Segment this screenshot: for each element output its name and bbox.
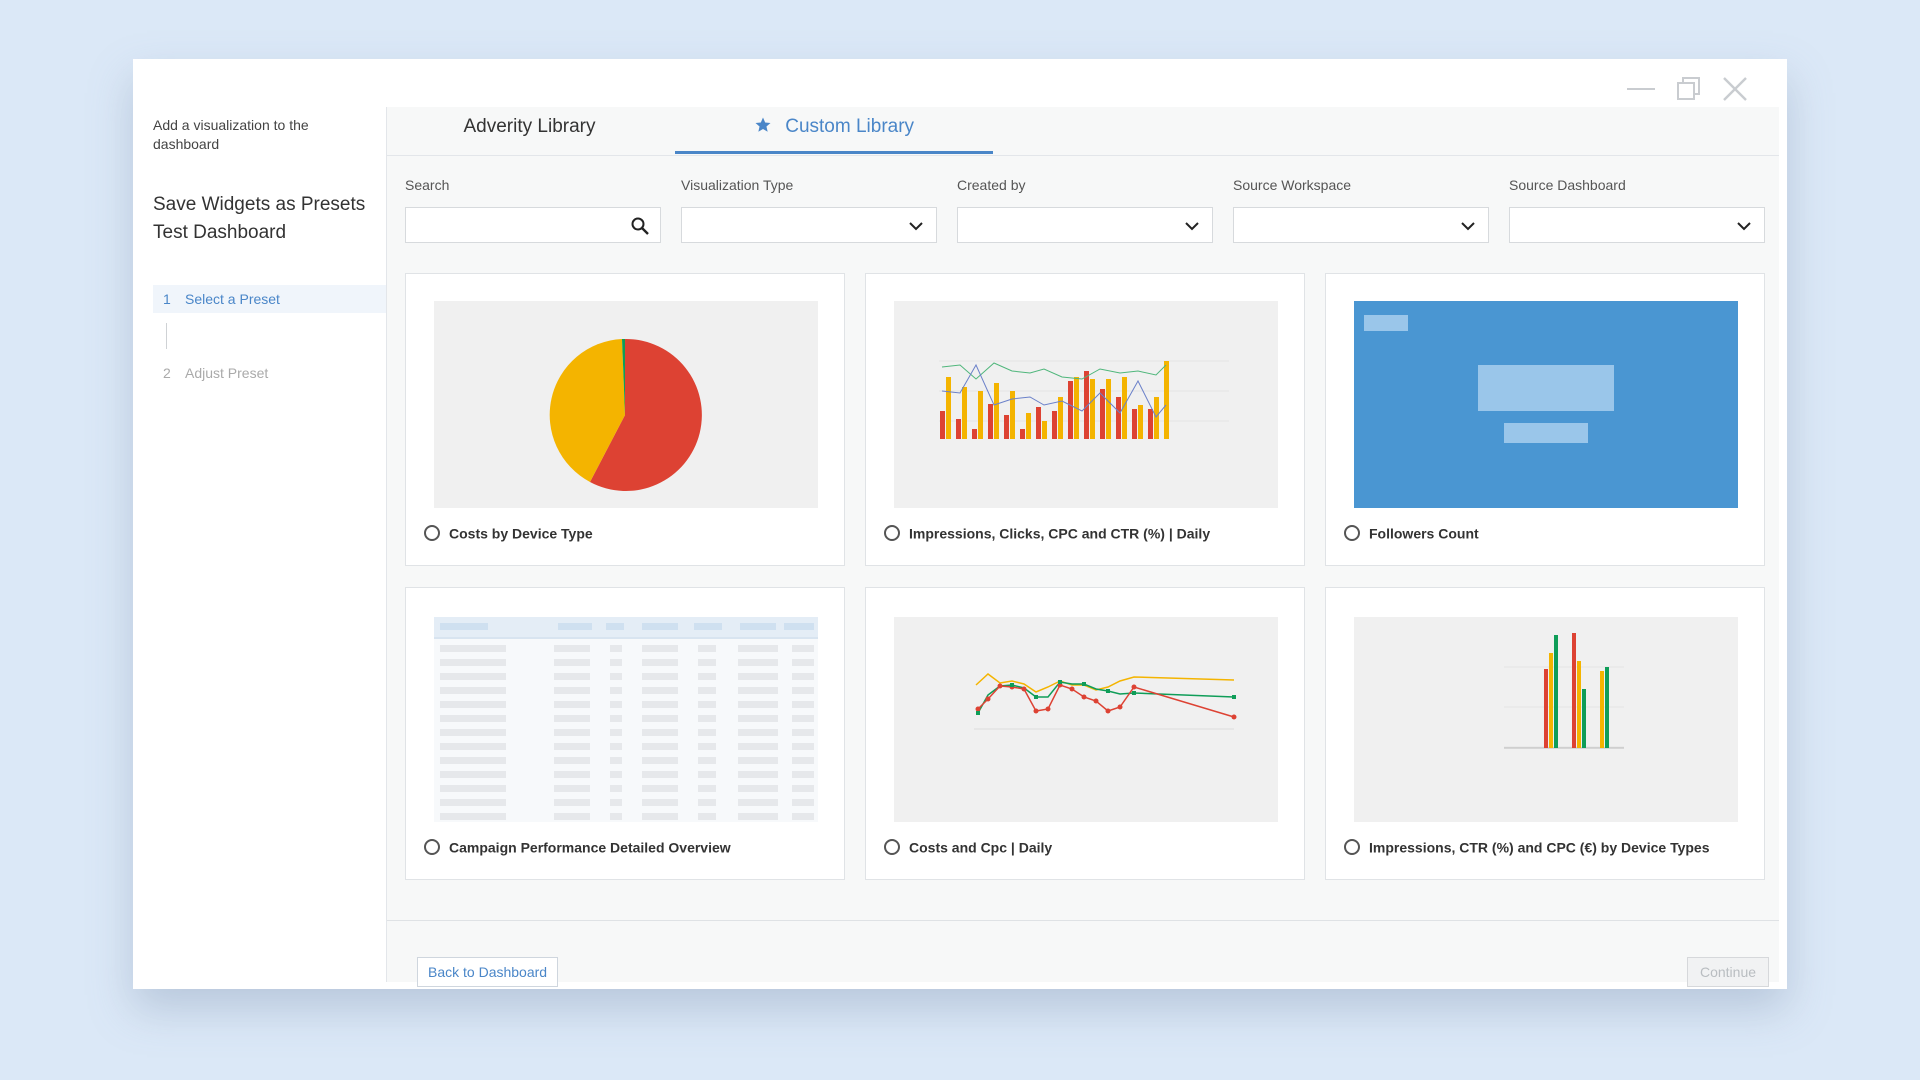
preset-title: Impressions, CTR (%) and CPC (€) by Devi… (1369, 839, 1710, 856)
visualization-type-select[interactable] (681, 207, 937, 243)
close-icon[interactable] (1717, 71, 1753, 107)
preset-card[interactable]: Impressions, CTR (%) and CPC (€) by Devi… (1325, 587, 1765, 880)
pie-chart-thumbnail (434, 301, 818, 508)
grouped-bar-chart-thumbnail (1354, 617, 1738, 822)
line-chart-thumbnail (894, 617, 1278, 822)
preset-title: Impressions, Clicks, CPC and CTR (%) | D… (909, 525, 1211, 542)
preset-card[interactable]: Costs and Cpc | Daily (865, 587, 1305, 880)
continue-button[interactable]: Continue (1687, 957, 1769, 987)
tab-adverity-library[interactable]: Adverity Library (387, 107, 672, 154)
step-select-preset[interactable]: 1 Select a Preset (153, 285, 386, 313)
preset-label: Costs and Cpc | Daily (884, 838, 1053, 856)
add-visualization-dialog: Add a visualization to the dashboard Sav… (133, 59, 1787, 989)
preset-card[interactable]: Impressions, Clicks, CPC and CTR (%) | D… (865, 273, 1305, 566)
preset-card[interactable]: Campaign Performance Detailed Overview (405, 587, 845, 880)
bar-line-chart-thumbnail (894, 301, 1278, 508)
preset-label: Impressions, Clicks, CPC and CTR (%) | D… (884, 524, 1211, 542)
step-adjust-preset: 2 Adjust Preset (153, 359, 386, 387)
visualization-type-label: Visualization Type (681, 177, 794, 193)
footer-divider (387, 920, 1779, 921)
preset-label: Impressions, CTR (%) and CPC (€) by Devi… (1344, 838, 1710, 856)
kpi-tile-thumbnail (1354, 301, 1738, 508)
created-by-label: Created by (957, 177, 1026, 193)
search-icon[interactable] (630, 216, 650, 236)
preset-title: Costs and Cpc | Daily (909, 839, 1053, 856)
search-field (405, 207, 661, 244)
preset-title: Campaign Performance Detailed Overview (449, 839, 731, 856)
created-by-select[interactable] (957, 207, 1213, 243)
search-input[interactable] (406, 208, 618, 244)
step-number: 1 (163, 291, 171, 307)
preset-radio[interactable] (884, 525, 900, 542)
restore-icon[interactable] (1671, 71, 1707, 107)
library-tabs: Adverity Library Custom Library (387, 107, 1779, 156)
source-workspace-label: Source Workspace (1233, 177, 1352, 193)
table-thumbnail (434, 617, 818, 822)
step-number: 2 (163, 365, 171, 381)
star-icon (754, 116, 777, 137)
chevron-down-icon (1182, 216, 1202, 236)
tab-custom-library[interactable]: Custom Library (675, 107, 993, 154)
preset-radio[interactable] (1344, 839, 1360, 856)
preset-radio[interactable] (424, 839, 440, 856)
chevron-down-icon (906, 216, 926, 236)
source-workspace-select[interactable] (1233, 207, 1489, 243)
chevron-down-icon (1734, 216, 1754, 236)
preset-label: Campaign Performance Detailed Overview (424, 838, 731, 856)
tab-label: Custom Library (785, 116, 915, 137)
step-label: Adjust Preset (185, 365, 269, 381)
source-dashboard-select[interactable] (1509, 207, 1765, 243)
search-label: Search (405, 177, 450, 193)
preset-title: Costs by Device Type (449, 525, 593, 542)
back-to-dashboard-button[interactable]: Back to Dashboard (417, 957, 559, 987)
preset-card[interactable]: Followers Count (1325, 273, 1765, 566)
sidebar-hint: Add a visualization to the dashboard (153, 117, 309, 152)
dashboard-title: Save Widgets as Presets Test Dashboard (153, 194, 366, 243)
library-panel: Adverity Library Custom Library Search V… (387, 107, 1779, 987)
title-bar (133, 59, 1787, 107)
tab-label: Adverity Library (463, 116, 596, 137)
preset-radio[interactable] (424, 525, 440, 542)
preset-title: Followers Count (1369, 525, 1479, 542)
preset-radio[interactable] (884, 839, 900, 856)
preset-radio[interactable] (1344, 525, 1360, 542)
source-dashboard-label: Source Dashboard (1509, 177, 1626, 193)
preset-label: Costs by Device Type (424, 524, 593, 542)
chevron-down-icon (1458, 216, 1478, 236)
preset-label: Followers Count (1344, 524, 1479, 542)
step-connector (166, 323, 167, 349)
preset-card[interactable]: Costs by Device Type (405, 273, 845, 566)
minimize-icon[interactable] (1623, 71, 1659, 107)
step-label: Select a Preset (185, 291, 280, 307)
